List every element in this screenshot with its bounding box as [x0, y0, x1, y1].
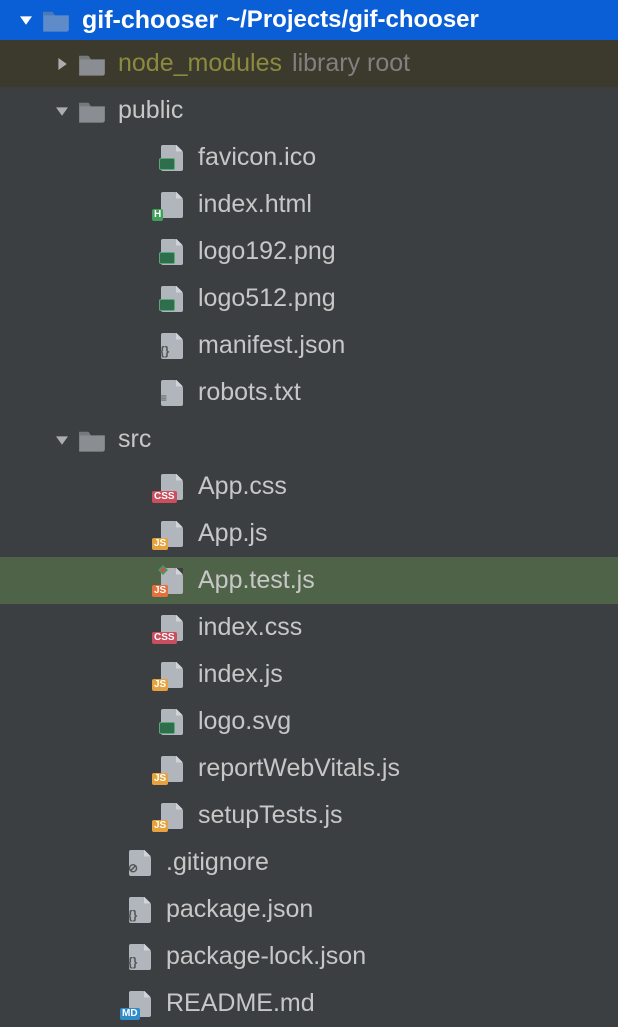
image-file-icon [156, 144, 188, 172]
project-tree: gif-chooser ~/Projects/gif-chooser node_… [0, 0, 618, 1027]
tree-row[interactable]: CSS index.css [0, 604, 618, 651]
tree-row[interactable]: node_modules library root [0, 40, 618, 87]
folder-icon [76, 97, 108, 125]
js-file-icon: JS [156, 755, 188, 783]
tree-item-suffix: library root [292, 49, 410, 78]
image-file-icon [156, 708, 188, 736]
tree-item-label: robots.txt [198, 378, 301, 407]
folder-icon [76, 426, 108, 454]
tree-item-label: package.json [166, 895, 313, 924]
chevron-down-icon[interactable] [12, 14, 40, 26]
tree-item-label: App.css [198, 472, 287, 501]
chevron-right-icon[interactable] [48, 58, 76, 70]
tree-row[interactable]: src [0, 416, 618, 463]
tree-item-label: README.md [166, 989, 315, 1018]
tree-row[interactable]: logo512.png [0, 275, 618, 322]
js-file-icon: JS [156, 520, 188, 548]
tree-row[interactable]: {} package.json [0, 886, 618, 933]
tree-row[interactable]: JS reportWebVitals.js [0, 745, 618, 792]
tree-item-label: manifest.json [198, 331, 345, 360]
tree-item-label: index.html [198, 190, 312, 219]
tree-item-label: node_modules [118, 49, 282, 78]
md-file-icon: MD [124, 990, 156, 1018]
tree-row[interactable]: ≡ robots.txt [0, 369, 618, 416]
tree-item-label: favicon.ico [198, 143, 316, 172]
tree-item-label: public [118, 96, 183, 125]
tree-row[interactable]: favicon.ico [0, 134, 618, 181]
tree-item-label: App.test.js [198, 566, 315, 595]
tree-row[interactable]: JS App.js [0, 510, 618, 557]
tree-item-label: logo.svg [198, 707, 291, 736]
chevron-down-icon[interactable] [48, 105, 76, 117]
tree-row[interactable]: JS setupTests.js [0, 792, 618, 839]
tree-row[interactable]: {} package-lock.json [0, 933, 618, 980]
project-path: ~/Projects/gif-chooser [226, 6, 479, 34]
tree-item-label: index.css [198, 613, 302, 642]
tree-item-label: setupTests.js [198, 801, 343, 830]
image-file-icon [156, 238, 188, 266]
tree-item-label: index.js [198, 660, 283, 689]
tree-row[interactable]: CSS App.css [0, 463, 618, 510]
tree-item-label: reportWebVitals.js [198, 754, 400, 783]
jstest-file-icon: JS [156, 567, 188, 595]
ignore-file-icon: ⊘ [124, 849, 156, 877]
tree-row[interactable]: logo192.png [0, 228, 618, 275]
js-file-icon: JS [156, 661, 188, 689]
chevron-down-icon[interactable] [48, 434, 76, 446]
tree-item-label: package-lock.json [166, 942, 366, 971]
tree-row[interactable]: public [0, 87, 618, 134]
js-file-icon: JS [156, 802, 188, 830]
tree-row[interactable]: logo.svg [0, 698, 618, 745]
folder-icon [40, 6, 72, 34]
json-file-icon: {} [156, 332, 188, 360]
tree-row[interactable]: JS App.test.js [0, 557, 618, 604]
folder-icon [76, 50, 108, 78]
project-name: gif-chooser [82, 6, 218, 35]
image-file-icon [156, 285, 188, 313]
css-file-icon: CSS [156, 614, 188, 642]
html-file-icon: H [156, 191, 188, 219]
tree-row[interactable]: Hindex.html [0, 181, 618, 228]
tree-row[interactable]: MD README.md [0, 980, 618, 1027]
tree-row[interactable]: {} manifest.json [0, 322, 618, 369]
tree-item-label: src [118, 425, 151, 454]
txt-file-icon: ≡ [156, 379, 188, 407]
json-file-icon: {} [124, 896, 156, 924]
css-file-icon: CSS [156, 473, 188, 501]
tree-item-label: App.js [198, 519, 267, 548]
json-file-icon: {} [124, 943, 156, 971]
tree-row[interactable]: ⊘ .gitignore [0, 839, 618, 886]
tree-item-label: logo512.png [198, 284, 336, 313]
project-root-row[interactable]: gif-chooser ~/Projects/gif-chooser [0, 0, 618, 40]
tree-item-label: logo192.png [198, 237, 336, 266]
tree-item-label: .gitignore [166, 848, 269, 877]
tree-row[interactable]: JS index.js [0, 651, 618, 698]
